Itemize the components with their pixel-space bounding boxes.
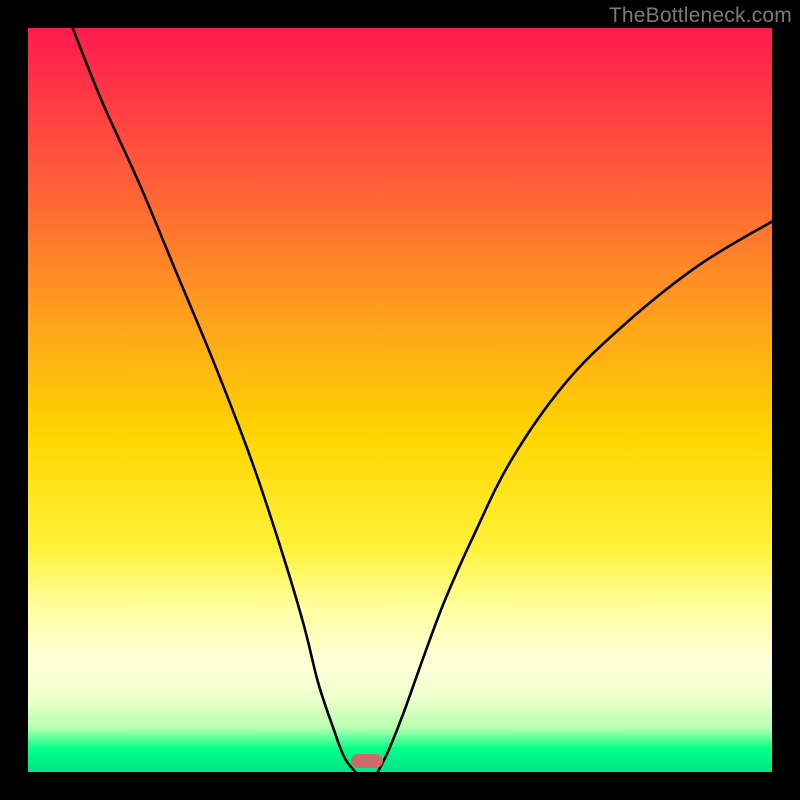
bottleneck-marker: [351, 754, 383, 768]
watermark-text: TheBottleneck.com: [609, 4, 792, 28]
curve-left-branch: [73, 28, 356, 772]
bottleneck-curve: [28, 28, 772, 772]
curve-right-branch: [378, 221, 772, 772]
plot-area: [28, 28, 772, 772]
